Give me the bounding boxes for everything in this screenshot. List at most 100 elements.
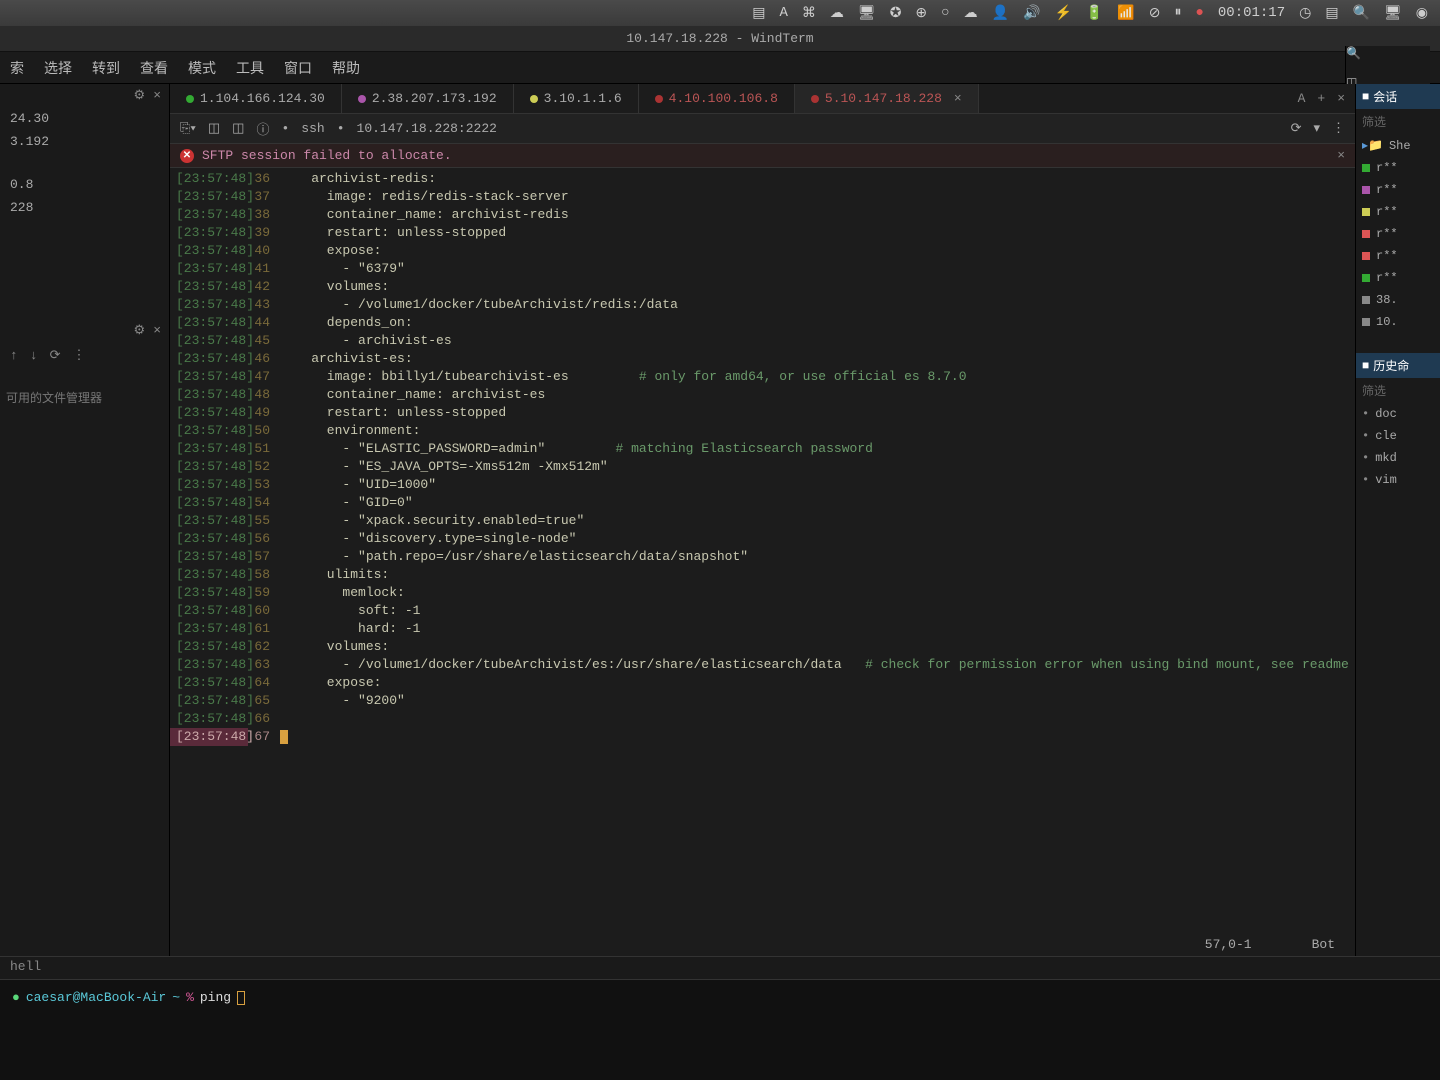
session-tab[interactable]: 1.104.166.124.30: [170, 84, 342, 113]
session-tree-item[interactable]: r**: [1356, 267, 1440, 289]
code-line[interactable]: [23:57:48]55 - "xpack.security.enabled=t…: [170, 512, 1355, 530]
code-line[interactable]: [23:57:48]45 - archivist-es: [170, 332, 1355, 350]
refresh-icon[interactable]: ⟳: [50, 348, 61, 363]
history-item[interactable]: •cle: [1356, 425, 1440, 447]
menubar-icon[interactable]: ▤: [752, 5, 765, 22]
code-line[interactable]: [23:57:48]51 - "ELASTIC_PASSWORD=admin" …: [170, 440, 1355, 458]
gear-icon[interactable]: ⚙: [134, 88, 146, 103]
code-line[interactable]: [23:57:48]36 archivist-redis:: [170, 170, 1355, 188]
more-icon[interactable]: ⋮: [1332, 121, 1345, 136]
more-icon[interactable]: ⋮: [73, 348, 86, 363]
sessions-header[interactable]: ■ 会话: [1356, 84, 1440, 109]
menubar-icon[interactable]: ⊘: [1149, 5, 1161, 22]
menubar-icon[interactable]: ⌘: [802, 5, 816, 22]
code-line[interactable]: [23:57:48]56 - "discovery.type=single-no…: [170, 530, 1355, 548]
close-alert-icon[interactable]: ×: [1337, 148, 1345, 163]
history-item[interactable]: •mkd: [1356, 447, 1440, 469]
menubar-icon[interactable]: A: [780, 5, 788, 21]
code-line[interactable]: [23:57:48]60 soft: -1: [170, 602, 1355, 620]
search-icon[interactable]: 🔍: [1346, 46, 1430, 61]
session-tab[interactable]: 5.10.147.18.228×: [795, 84, 979, 113]
menubar-icon[interactable]: ☁: [964, 5, 978, 22]
session-tab[interactable]: 2.38.207.173.192: [342, 84, 514, 113]
session-tree-item[interactable]: 38.: [1356, 289, 1440, 311]
code-line[interactable]: [23:57:48]52 - "ES_JAVA_OPTS=-Xms512m -X…: [170, 458, 1355, 476]
menu-item[interactable]: 帮助: [332, 58, 360, 78]
code-line[interactable]: [23:57:48]48 container_name: archivist-e…: [170, 386, 1355, 404]
control-center-icon[interactable]: ◉: [1416, 5, 1428, 22]
code-line[interactable]: [23:57:48]46 archivist-es:: [170, 350, 1355, 368]
code-line[interactable]: [23:57:48]65 - "9200": [170, 692, 1355, 710]
tree-root[interactable]: ▸📁She: [1356, 134, 1440, 157]
window-icon[interactable]: ◫: [232, 121, 244, 136]
host-item[interactable]: 0.8: [0, 173, 169, 196]
down-icon[interactable]: ↓: [30, 348, 38, 363]
menubar-icon[interactable]: ☁: [830, 5, 844, 22]
gear-icon[interactable]: ⚙: [134, 323, 146, 338]
bluetooth-icon[interactable]: ⚡: [1054, 5, 1071, 22]
session-tree-item[interactable]: r**: [1356, 157, 1440, 179]
code-line[interactable]: [23:57:48]58 ulimits:: [170, 566, 1355, 584]
window-icon[interactable]: ◫: [208, 121, 220, 136]
menubar-icon[interactable]: 🖥: [858, 5, 876, 22]
menubar-icon[interactable]: ▤: [1325, 5, 1338, 22]
menubar-icon[interactable]: 🖥: [1384, 5, 1402, 22]
local-shell[interactable]: ● caesar@MacBook-Air ~ % ping: [0, 980, 1440, 1080]
menubar-icon[interactable]: ✪: [890, 5, 902, 22]
up-icon[interactable]: ↑: [10, 348, 18, 363]
menubar-icon[interactable]: ⊕: [915, 5, 927, 22]
battery-icon[interactable]: 🔋: [1086, 5, 1103, 22]
tab-tool-icon[interactable]: ×: [1337, 91, 1345, 106]
refresh-icon[interactable]: ⟳: [1291, 121, 1302, 136]
history-item[interactable]: •doc: [1356, 403, 1440, 425]
code-line[interactable]: [23:57:48]63 - /volume1/docker/tubeArchi…: [170, 656, 1355, 674]
filter-label[interactable]: 筛选: [1356, 109, 1440, 134]
code-line[interactable]: [23:57:48]44 depends_on:: [170, 314, 1355, 332]
wifi-icon[interactable]: 📶: [1117, 5, 1134, 22]
code-line[interactable]: [23:57:48]47 image: bbilly1/tubearchivis…: [170, 368, 1355, 386]
close-tab-icon[interactable]: ×: [954, 91, 962, 106]
code-line[interactable]: [23:57:48]64 expose:: [170, 674, 1355, 692]
tab-tool-icon[interactable]: +: [1317, 91, 1325, 106]
menu-item[interactable]: 索: [10, 58, 24, 78]
menu-item[interactable]: 转到: [92, 58, 120, 78]
code-line[interactable]: [23:57:48]38 container_name: archivist-r…: [170, 206, 1355, 224]
session-tree-item[interactable]: r**: [1356, 201, 1440, 223]
code-line[interactable]: [23:57:48]50 environment:: [170, 422, 1355, 440]
filter-label[interactable]: 筛选: [1356, 378, 1440, 403]
history-header[interactable]: ■ 历史命: [1356, 353, 1440, 378]
session-tree-item[interactable]: 10.: [1356, 311, 1440, 333]
code-line[interactable]: [23:57:48]57 - "path.repo=/usr/share/ela…: [170, 548, 1355, 566]
menu-item[interactable]: 工具: [236, 58, 264, 78]
record-icon[interactable]: ●: [1195, 5, 1203, 21]
chevron-down-icon[interactable]: ▾: [1313, 121, 1320, 136]
session-tree-item[interactable]: r**: [1356, 179, 1440, 201]
code-line[interactable]: [23:57:48]62 volumes:: [170, 638, 1355, 656]
new-tab-icon[interactable]: ⎘▾: [180, 121, 196, 136]
code-line[interactable]: [23:57:48]43 - /volume1/docker/tubeArchi…: [170, 296, 1355, 314]
code-line[interactable]: [23:57:48]67: [170, 728, 1355, 746]
volume-icon[interactable]: 🔊: [1023, 5, 1040, 22]
menu-item[interactable]: 查看: [140, 58, 168, 78]
host-item[interactable]: 3.192: [0, 130, 169, 153]
code-line[interactable]: [23:57:48]37 image: redis/redis-stack-se…: [170, 188, 1355, 206]
code-line[interactable]: [23:57:48]61 hard: -1: [170, 620, 1355, 638]
session-tab[interactable]: 4.10.100.106.8: [639, 84, 795, 113]
code-line[interactable]: [23:57:48]54 - "GID=0": [170, 494, 1355, 512]
history-item[interactable]: •vim: [1356, 469, 1440, 491]
menubar-icon[interactable]: ⏸: [1174, 5, 1181, 21]
close-icon[interactable]: ×: [153, 323, 161, 338]
code-line[interactable]: [23:57:48]39 restart: unless-stopped: [170, 224, 1355, 242]
info-icon[interactable]: ⓘ: [256, 119, 269, 138]
code-line[interactable]: [23:57:48]41 - "6379": [170, 260, 1355, 278]
session-tab[interactable]: 3.10.1.1.6: [514, 84, 639, 113]
menubar-icon[interactable]: 👤: [992, 5, 1009, 22]
close-icon[interactable]: ×: [153, 88, 161, 103]
menu-item[interactable]: 模式: [188, 58, 216, 78]
session-tree-item[interactable]: r**: [1356, 223, 1440, 245]
code-line[interactable]: [23:57:48]40 expose:: [170, 242, 1355, 260]
code-line[interactable]: [23:57:48]42 volumes:: [170, 278, 1355, 296]
tab-tool-icon[interactable]: A: [1298, 91, 1306, 106]
terminal-editor[interactable]: [23:57:48]36 archivist-redis:[23:57:48]3…: [170, 168, 1355, 956]
host-item[interactable]: 24.30: [0, 107, 169, 130]
